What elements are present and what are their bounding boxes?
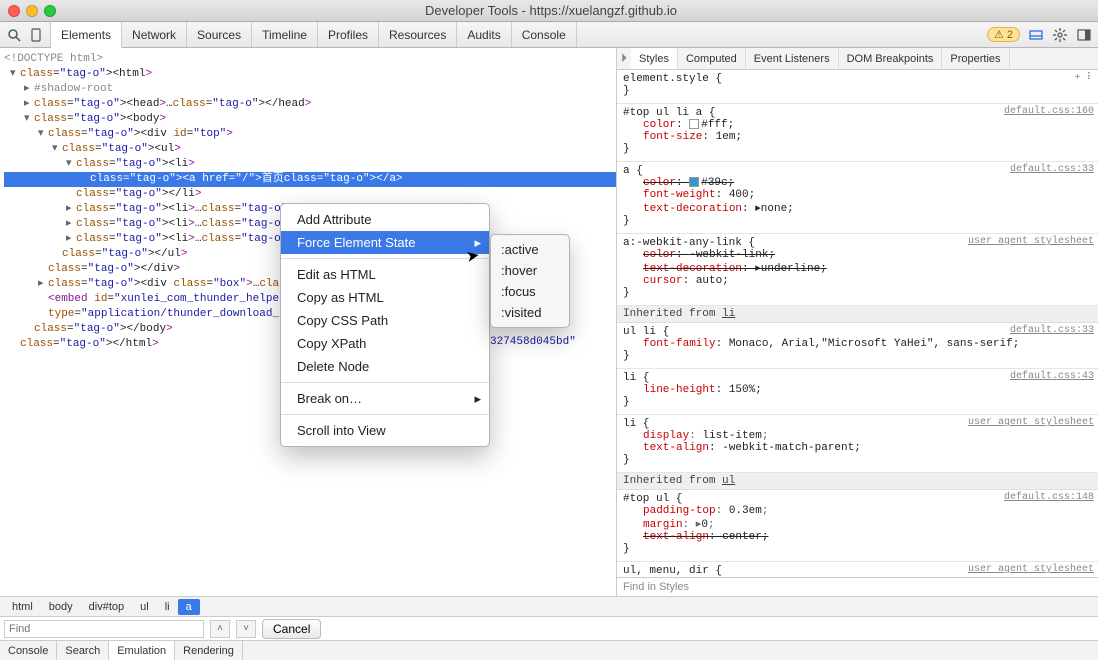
window-controls <box>0 5 64 17</box>
submenu-item[interactable]: :hover <box>491 260 569 281</box>
dom-node[interactable]: class="tag-o"><body> <box>4 112 616 127</box>
rule-source-link[interactable]: user agent stylesheet <box>968 417 1094 428</box>
panel-tab-profiles[interactable]: Profiles <box>318 22 379 47</box>
sidebar-tab-event-listeners[interactable]: Event Listeners <box>746 48 839 69</box>
warning-count-badge[interactable]: ⚠ 2 <box>987 27 1020 42</box>
dom-node[interactable]: class="tag-o"><html> <box>4 67 616 82</box>
window-title: Developer Tools - https://xuelangzf.gith… <box>64 3 1038 18</box>
inherited-from-label: Inherited from li <box>617 306 1098 323</box>
css-rule[interactable]: user agent stylesheeta:-webkit-any-link … <box>617 234 1098 306</box>
panel-tab-console[interactable]: Console <box>512 22 577 47</box>
css-rule[interactable]: user agent stylesheetul, menu, dir {disp… <box>617 562 1098 577</box>
breadcrumb-item[interactable]: li <box>157 599 178 615</box>
close-window-button[interactable] <box>8 5 20 17</box>
breadcrumb-item[interactable]: body <box>41 599 81 615</box>
breadcrumb-item[interactable]: html <box>4 599 41 615</box>
settings-icon[interactable] <box>1052 27 1068 43</box>
rule-source-link[interactable]: user agent stylesheet <box>968 236 1094 247</box>
rule-source-link[interactable]: user agent stylesheet <box>968 564 1094 575</box>
context-menu-item[interactable]: Copy as HTML <box>281 286 489 309</box>
css-rule[interactable]: + ⠇element.style {} <box>617 70 1098 104</box>
panel-tab-audits[interactable]: Audits <box>457 22 511 47</box>
dom-node[interactable]: class="tag-o"><a href="/">首页class="tag-o… <box>4 172 616 187</box>
context-menu-item[interactable]: Copy XPath <box>281 332 489 355</box>
dom-node[interactable]: class="tag-o"></li> <box>4 187 616 202</box>
context-menu-item[interactable]: Break on…▸ <box>281 387 489 410</box>
warning-count: 2 <box>1007 29 1013 41</box>
sidebar-tab-styles[interactable]: Styles <box>631 48 678 69</box>
context-menu-item[interactable]: Edit as HTML <box>281 263 489 286</box>
zoom-window-button[interactable] <box>44 5 56 17</box>
breadcrumb-item[interactable]: a <box>178 599 200 615</box>
css-rule[interactable]: default.css:33ul li {font-family: Monaco… <box>617 323 1098 369</box>
panel-tab-sources[interactable]: Sources <box>187 22 252 47</box>
drawer-tab-rendering[interactable]: Rendering <box>175 641 243 660</box>
find-prev-button[interactable]: ˄ <box>210 620 230 638</box>
sidebar-tab-properties[interactable]: Properties <box>942 48 1009 69</box>
device-mode-icon[interactable] <box>28 27 44 43</box>
rule-source-link[interactable]: default.css:148 <box>1004 492 1094 503</box>
dom-node[interactable]: class="tag-o"><div id="top"> <box>4 127 616 142</box>
submenu-item[interactable]: :active <box>491 239 569 260</box>
find-input[interactable] <box>4 620 204 638</box>
new-rule-button[interactable]: ⏵ <box>617 48 631 69</box>
css-rule[interactable]: default.css:43li {line-height: 150%;} <box>617 369 1098 415</box>
rule-source-link[interactable]: default.css:43 <box>1010 371 1094 382</box>
panel-tab-elements[interactable]: Elements <box>51 22 122 48</box>
force-state-submenu: :active:hover:focus:visited <box>490 234 570 328</box>
context-menu-item[interactable]: Copy CSS Path <box>281 309 489 332</box>
dom-node[interactable]: class="tag-o"><head>…class="tag-o"></hea… <box>4 97 616 112</box>
css-rule[interactable]: user agent stylesheetli {display: list-i… <box>617 415 1098 473</box>
breadcrumb-item[interactable]: div#top <box>81 599 132 615</box>
window-titlebar: Developer Tools - https://xuelangzf.gith… <box>0 0 1098 22</box>
inspect-icon[interactable] <box>6 27 22 43</box>
submenu-item[interactable]: :focus <box>491 281 569 302</box>
devtools-toolbar: ElementsNetworkSourcesTimelineProfilesRe… <box>0 22 1098 48</box>
drawer-tab-search[interactable]: Search <box>57 641 109 660</box>
context-menu-item[interactable]: Add Attribute <box>281 208 489 231</box>
dom-node[interactable]: class="tag-o"><li> <box>4 157 616 172</box>
drawer-toggle-icon[interactable] <box>1028 27 1044 43</box>
panel-tab-network[interactable]: Network <box>122 22 187 47</box>
styles-sidebar: ⏵ StylesComputedEvent ListenersDOM Break… <box>617 48 1098 596</box>
context-menu-item[interactable]: Force Element State▸ <box>281 231 489 254</box>
inherited-from-label: Inherited from ul <box>617 473 1098 490</box>
context-menu: Add AttributeForce Element State▸ Edit as… <box>280 203 490 447</box>
panel-tab-resources[interactable]: Resources <box>379 22 457 47</box>
rule-source-link[interactable]: default.css:160 <box>1004 106 1094 117</box>
dom-node[interactable]: #shadow-root <box>4 82 616 97</box>
drawer-tab-console[interactable]: Console <box>0 641 57 660</box>
dom-breadcrumb: htmlbodydiv#topullia <box>0 596 1098 616</box>
dock-side-icon[interactable] <box>1076 27 1092 43</box>
panel-tab-timeline[interactable]: Timeline <box>252 22 318 47</box>
css-rule[interactable]: default.css:148#top ul {padding-top: 0.3… <box>617 490 1098 562</box>
context-menu-item[interactable]: Scroll into View <box>281 419 489 442</box>
breadcrumb-item[interactable]: ul <box>132 599 157 615</box>
drawer-tab-emulation[interactable]: Emulation <box>109 641 175 660</box>
find-next-button[interactable]: ˅ <box>236 620 256 638</box>
submenu-item[interactable]: :visited <box>491 302 569 323</box>
rule-source-link[interactable]: default.css:33 <box>1010 325 1094 336</box>
rule-source-link[interactable]: default.css:33 <box>1010 164 1094 175</box>
sidebar-tab-computed[interactable]: Computed <box>678 48 746 69</box>
dom-node[interactable]: class="tag-o"><ul> <box>4 142 616 157</box>
drawer-tabs: ConsoleSearchEmulationRendering <box>0 640 1098 660</box>
find-in-styles-input[interactable]: Find in Styles <box>617 577 1098 596</box>
css-rule[interactable]: default.css:160#top ul li a {color: #fff… <box>617 104 1098 162</box>
find-cancel-button[interactable]: Cancel <box>262 619 321 639</box>
sidebar-tab-dom-breakpoints[interactable]: DOM Breakpoints <box>839 48 943 69</box>
context-menu-item[interactable]: Delete Node <box>281 355 489 378</box>
minimize-window-button[interactable] <box>26 5 38 17</box>
css-rule[interactable]: default.css:33a {color: #39c;font-weight… <box>617 162 1098 234</box>
elements-dom-tree[interactable]: <!DOCTYPE html>class="tag-o"><html>#shad… <box>0 48 617 596</box>
find-bar: ˄ ˅ Cancel <box>0 616 1098 640</box>
